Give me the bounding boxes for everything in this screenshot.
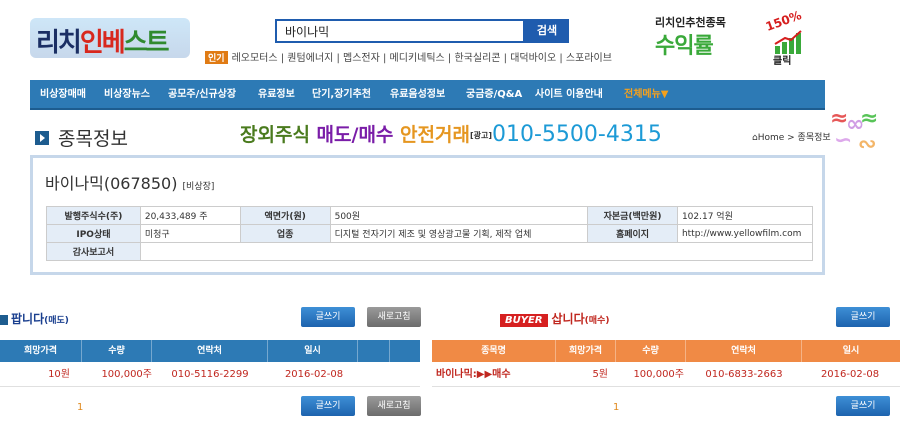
logo-part-3: 스트 — [123, 28, 170, 58]
buy-title: 삽니다 — [551, 312, 585, 326]
sell-col-qty: 수량 — [82, 340, 152, 362]
buy-col-qty: 수량 — [616, 340, 686, 362]
buy-row-divider — [432, 386, 900, 387]
sell-pager[interactable]: 1 — [77, 402, 83, 413]
ad-text-3: 안전거래 — [400, 124, 470, 146]
row-qty: 100,000주 — [101, 369, 152, 380]
rising-chart-icon — [774, 30, 802, 54]
buy-col-contact: 연락처 — [686, 340, 802, 362]
row-stock-name[interactable]: 바이나믹:▶▶매수 — [436, 366, 554, 384]
popular-keywords: 인기 레오모터스 | 퀀텀에너지 | 멥스전자 | 메디키네틱스 | 한국실리콘 … — [205, 49, 612, 64]
table-row[interactable]: 바이나믹:▶▶매수 5원 100,000주 010-6833-2663 2016… — [432, 366, 900, 384]
row-price: 5원 — [592, 369, 608, 380]
sell-icon — [0, 314, 8, 325]
nav-item-ipo[interactable]: 공모주/신규상장 — [168, 80, 236, 110]
info-row: IPO상태 미청구 업종 디지털 전자기기 제조 및 영상광고물 기획, 제작 … — [46, 224, 814, 243]
popular-tag: 인기 — [205, 51, 228, 64]
info-label: IPO상태 — [46, 224, 141, 243]
search-button[interactable]: 검색 — [525, 19, 569, 43]
buy-col-name: 종목명 — [432, 340, 556, 362]
info-value: 디지털 전자기기 제조 및 영상광고물 기획, 제작 업체 — [329, 224, 589, 243]
nav-item-all-menu[interactable]: 전체메뉴▼ — [624, 80, 669, 110]
sell-table-header: 희망가격 수량 연락처 일시 — [0, 340, 420, 362]
info-label: 홈페이지 — [587, 224, 678, 243]
breadcrumb[interactable]: ⌂Home > 종목정보 — [752, 130, 831, 143]
row-qty: 100,000주 — [633, 369, 684, 380]
nav-item-news[interactable]: 비상장뉴스 — [104, 80, 150, 110]
sell-section-title: 팝니다(매도) — [0, 310, 69, 327]
ad-phone: 010-5500-4315 — [492, 122, 662, 147]
info-value — [139, 242, 814, 261]
buy-write-button[interactable]: 글쓰기 — [836, 307, 890, 327]
info-label: 업종 — [239, 224, 331, 243]
title-arrow-icon — [35, 131, 49, 145]
page-root: 리치인베스트 검색 인기 레오모터스 | 퀀텀에너지 | 멥스전자 | 메디키네틱… — [0, 0, 900, 443]
stock-market: [비상장] — [182, 182, 215, 192]
promo-big-text: 수익률 — [655, 34, 714, 59]
stock-info-box: 바이나믹(067850) [비상장] 발행주식수(주) 20,433,489 주… — [30, 155, 825, 275]
logo-part-1: 리치 — [36, 28, 82, 58]
row-date: 2016-02-08 — [284, 369, 344, 380]
sell-title: 팝니다 — [11, 312, 45, 326]
sell-col-price: 희망가격 — [0, 340, 82, 362]
nav-item-qna[interactable]: 궁금증/Q&A — [466, 80, 522, 110]
stock-info-table: 발행주식수(주) 20,433,489 주 액면가(원) 500원 자본금(백만… — [46, 206, 814, 261]
buy-subtitle: (매수) — [584, 316, 610, 326]
info-label: 발행주식수(주) — [46, 206, 141, 225]
main-nav: 비상장매매 비상장뉴스 공모주/신규상장 유료정보 단기,장기추천 유료음성정보… — [30, 80, 825, 110]
buy-section-title: BUYER 삽니다(매수) — [500, 310, 609, 327]
sell-write-button[interactable]: 글쓰기 — [301, 307, 355, 327]
buy-col-date: 일시 — [842, 346, 860, 356]
nav-item-paid-info[interactable]: 유료정보 — [258, 80, 295, 110]
info-value: 102.17 억원 — [676, 206, 814, 225]
sell-subtitle: (매도) — [44, 316, 69, 326]
row-date: 2016-02-08 — [820, 369, 880, 380]
site-logo[interactable]: 리치인베스트 — [30, 18, 190, 58]
nav-item-guide[interactable]: 사이트 이용안내 — [535, 80, 603, 110]
nav-item-trade[interactable]: 비상장매매 — [40, 80, 86, 110]
page-title: 종목정보 — [58, 128, 128, 150]
row-contact: 010-6833-2663 — [705, 369, 783, 380]
sell-refresh-button[interactable]: 새로고침 — [367, 307, 421, 327]
info-value: 미청구 — [139, 224, 241, 243]
ad-tag: [광고] — [469, 131, 492, 140]
promo-banner[interactable]: 리치인추천종목 수익률 150% 클릭 — [655, 8, 815, 67]
search-box — [275, 19, 525, 43]
logo-part-2: 인베 — [79, 28, 126, 58]
homepage-link[interactable]: http://www.yellowfilm.com — [676, 224, 814, 243]
ad-text-2: 매도/매수 — [316, 124, 401, 146]
buy-col-price: 희망가격 — [556, 340, 616, 362]
sell-col-extra — [358, 340, 390, 362]
sell-col-contact: 연락처 — [152, 340, 268, 362]
table-row[interactable]: 10원 100,000주 010-5116-2299 2016-02-08 — [0, 366, 420, 384]
breadcrumb-text: Home > 종목정보 — [757, 133, 831, 143]
sell-row-divider — [0, 386, 420, 387]
sell-col-date: 일시 — [268, 340, 358, 362]
buy-pager[interactable]: 1 — [613, 402, 619, 413]
info-label: 액면가(원) — [239, 206, 331, 225]
row-contact: 010-5116-2299 — [171, 369, 249, 380]
info-row: 발행주식수(주) 20,433,489 주 액면가(원) 500원 자본금(백만… — [46, 206, 814, 225]
info-value: 20,433,489 주 — [139, 206, 241, 225]
row-price: 10원 — [48, 369, 70, 380]
info-label: 자본금(백만원) — [587, 206, 678, 225]
search-input[interactable] — [277, 21, 523, 41]
nav-item-voice-info[interactable]: 유료음성정보 — [390, 80, 445, 110]
ad-banner[interactable]: 장외주식 매도/매수 안전거래[광고]010-5500-4315 — [240, 120, 662, 147]
ad-text-1: 장외주식 — [240, 124, 317, 146]
promo-click-label: 클릭 — [773, 56, 792, 67]
popular-keyword-list[interactable]: 레오모터스 | 퀀텀에너지 | 멥스전자 | 메디키네틱스 | 한국실리콘 | … — [232, 53, 612, 64]
nav-item-recommend[interactable]: 단기,장기추천 — [312, 80, 371, 110]
info-row: 감사보고서 — [46, 242, 814, 261]
stock-name-heading: 바이나믹(067850) [비상장] — [45, 170, 214, 194]
decorative-side-banner: ≈ ∞ ≈ ∽ ∾ — [830, 106, 879, 157]
stock-name: 바이나믹(067850) — [45, 174, 178, 193]
buyer-badge: BUYER — [500, 314, 548, 327]
info-label: 감사보고서 — [46, 242, 141, 261]
buy-table-header: 종목명 희망가격 수량 연락처 일시 — [432, 340, 900, 362]
info-value: 500원 — [329, 206, 589, 225]
buy-write-button-bottom[interactable]: 글쓰기 — [836, 396, 890, 416]
sell-refresh-button-bottom[interactable]: 새로고침 — [367, 396, 421, 416]
sell-write-button-bottom[interactable]: 글쓰기 — [301, 396, 355, 416]
